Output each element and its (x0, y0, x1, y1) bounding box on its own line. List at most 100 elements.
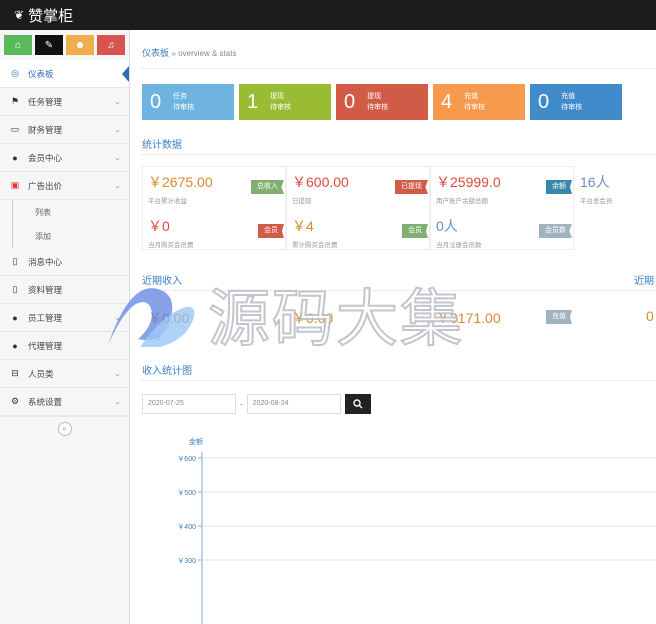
sidebar-item-label: 任务管理 (28, 96, 63, 107)
search-icon (352, 399, 363, 409)
watermark-text: 源码大集 (207, 281, 465, 356)
tile-number: 0 (538, 90, 550, 113)
tile-text: 提现 待审核 (367, 91, 388, 113)
tile-text: 充值 待审核 (464, 91, 485, 113)
watermark: 源码大集 (100, 268, 550, 358)
sidebar-item-members[interactable]: ● 会员中心 ⌄ (0, 144, 129, 172)
sidebar-item-label: 消息中心 (28, 256, 63, 267)
tile-recharge-pending[interactable]: 4 充值 待审核 (433, 84, 525, 120)
wallet-icon: ▭ (10, 124, 20, 134)
tile-status: 待审核 (367, 104, 389, 111)
tile-number: 4 (441, 90, 453, 113)
sidebar-item-personnel[interactable]: ⊟ 人员类 ⌄ (0, 360, 129, 388)
sidebar-item-ads[interactable]: ▣ 广告出价 ⌄ (0, 172, 129, 200)
tile-label: 充值 (464, 93, 479, 100)
chevron-down-icon: ⌄ (114, 397, 121, 406)
tile-number: 0 (344, 90, 356, 113)
chart-tick-label: ￥500 (177, 489, 196, 497)
stat-balance: ￥25999.0 用户账户余额总额 余额 (436, 172, 576, 208)
end-date-input[interactable]: 2020-08-24 (246, 394, 341, 414)
stat-value: 0 (646, 308, 654, 324)
stat-desc: 当月购买会员费 (148, 242, 194, 249)
date-filter: 2020-07-25 - 2020-08-24 (142, 394, 371, 414)
chart-tick-label: ￥400 (177, 523, 196, 531)
divider (140, 380, 656, 381)
sidebar-subitem-add[interactable]: 添加 (12, 224, 129, 248)
tile-text: 提现 待审核 (270, 91, 291, 113)
sidebar-item-label: 系统设置 (28, 396, 63, 407)
sidebar-collapse: « (0, 416, 129, 440)
stats-title: 统计数据 (142, 140, 182, 151)
leaf-icon: ❦ (14, 8, 25, 22)
chevron-down-icon: ⌄ (114, 125, 121, 134)
watermark-logo-icon (108, 288, 195, 347)
stat-total-income: ￥2675.00 平台累计收益 总收入 (148, 172, 288, 208)
user-icon: ● (12, 152, 18, 163)
tile-text: 充值 待审核 (561, 91, 582, 113)
start-date-input[interactable]: 2020-07-25 (142, 394, 236, 414)
pending-tiles: 0 任务 待审核 1 提现 待审核 0 提现 待审核 4 充值 待审核 0 充值 待审核 (142, 84, 622, 120)
pencil-icon[interactable]: ✎ (35, 35, 63, 55)
tile-label: 任务 (173, 93, 188, 100)
chevron-down-icon: ⌄ (114, 153, 121, 162)
date-separator: - (240, 399, 243, 409)
stat-total-member-fee: ￥4 累计购买会员费 会员 (292, 216, 432, 252)
sidebar-item-label: 仪表板 (28, 68, 54, 79)
tile-tasks-pending[interactable]: 0 任务 待审核 (142, 84, 234, 120)
divider (140, 154, 656, 155)
stat-badge: 余额 (546, 180, 572, 194)
stat-value: 16人 (580, 174, 610, 190)
sidebar-item-label: 人员类 (28, 368, 54, 379)
divider (140, 68, 656, 69)
sidebar-shortcuts: ⌂ ✎ ☻ ♫ (0, 30, 129, 60)
tile-number: 1 (247, 90, 259, 113)
stat-badge: 会员 (258, 224, 284, 238)
stat-withdrawn: ￥600.00 已提现 已提现 (292, 172, 432, 208)
chart-ylabel: 金额 (189, 437, 203, 446)
stat-badge: 总收入 (251, 180, 284, 194)
app-logo[interactable]: ❦ 赞掌柜 (14, 5, 73, 26)
tile-label: 提现 (367, 93, 382, 100)
user-icon: ● (12, 340, 18, 351)
income-chart: 金额 ￥600 ￥500 ￥400 ￥300 (177, 437, 656, 624)
bell-icon[interactable]: ♫ (97, 35, 125, 55)
stat-desc: 平台总会员 (580, 198, 613, 205)
sidebar-subitem-list[interactable]: 列表 (12, 200, 129, 224)
tile-number: 0 (150, 90, 162, 113)
sidebar-item-label: 会员中心 (28, 152, 63, 163)
sidebar-item-tasks[interactable]: ⚑ 任务管理 ⌄ (0, 88, 129, 116)
stat-badge: 会员数 (539, 224, 572, 238)
bookmark-icon: ▯ (12, 284, 18, 294)
tile-status: 待审核 (561, 104, 583, 111)
stat-month-member-fee: ￥0 当月购买会员费 会员 (148, 216, 288, 252)
picture-icon: ▣ (10, 180, 20, 190)
stat-desc: 已提现 (292, 198, 312, 205)
chart-tick-label: ￥300 (177, 557, 196, 565)
search-button[interactable] (344, 394, 371, 414)
chevron-down-icon: ⌄ (114, 181, 121, 190)
tile-withdraw-pending[interactable]: 1 提现 待审核 (239, 84, 331, 120)
collapse-arrow-icon[interactable]: « (57, 421, 72, 436)
tile-recharge-pending-2[interactable]: 0 充值 待审核 (530, 84, 622, 120)
sidebar-item-label: 财务管理 (28, 124, 63, 135)
stat-month-registrations: 0人 当月注册会员数 会员数 (436, 216, 576, 252)
home-icon[interactable]: ⌂ (4, 35, 32, 55)
tile-label: 提现 (270, 93, 285, 100)
chart-tick-label: ￥600 (177, 455, 196, 463)
sidebar-item-finance[interactable]: ▭ 财务管理 ⌄ (0, 116, 129, 144)
chevron-down-icon: ⌄ (114, 97, 121, 106)
page-subtitle: » overview & stats (171, 49, 237, 58)
stat-desc: 用户账户余额总额 (436, 198, 488, 205)
stat-desc: 平台累计收益 (148, 198, 187, 205)
chevron-down-icon: ⌄ (114, 369, 121, 378)
sidebar-item-settings[interactable]: ⚙ 系统设置 ⌄ (0, 388, 129, 416)
sidebar-item-dashboard[interactable]: ◎ 仪表板 (0, 60, 129, 88)
users-icon[interactable]: ☻ (66, 35, 94, 55)
app-title: 赞掌柜 (28, 7, 74, 25)
tile-withdraw-pending-2[interactable]: 0 提现待审核 (336, 84, 428, 120)
tile-text: 任务 待审核 (173, 91, 194, 113)
flag-icon: ⚑ (10, 96, 20, 106)
layout-icon: ⊟ (11, 368, 19, 378)
stat-badge: 已提现 (395, 180, 428, 194)
bookmark-icon: ▯ (12, 256, 18, 266)
